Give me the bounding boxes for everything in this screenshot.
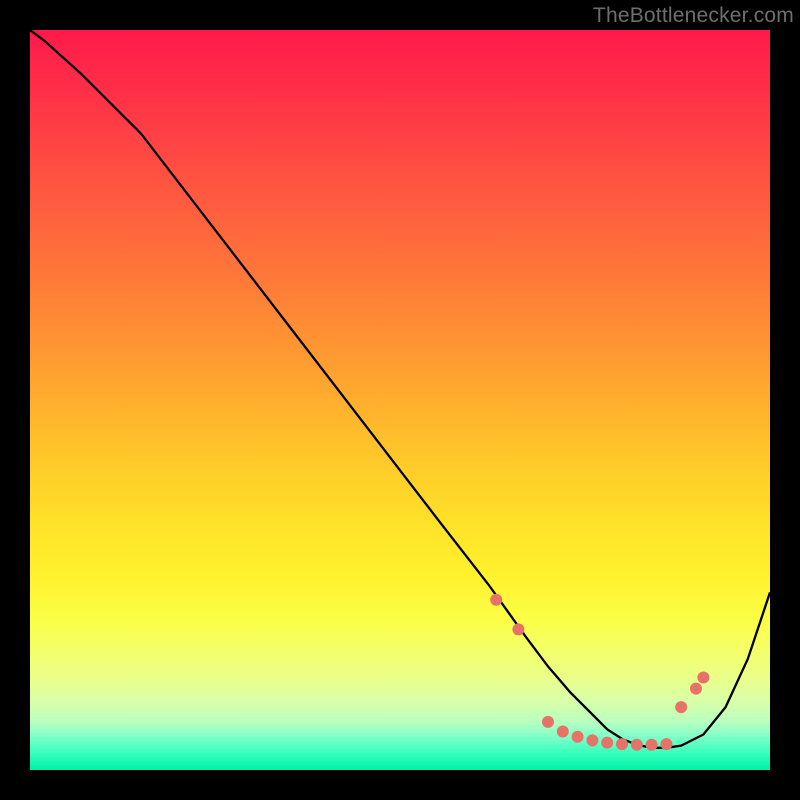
highlight-dot <box>586 734 598 746</box>
highlight-dot <box>690 683 702 695</box>
plot-area <box>30 30 770 770</box>
chart-frame: TheBottlenecker.com <box>0 0 800 800</box>
watermark-wrap: TheBottlenecker.com <box>593 4 794 28</box>
highlight-dot <box>557 726 569 738</box>
curve-layer <box>30 30 770 770</box>
highlight-dots <box>490 594 709 751</box>
highlight-dot <box>490 594 502 606</box>
highlight-dot <box>675 701 687 713</box>
highlight-dot <box>660 738 672 750</box>
highlight-dot <box>616 738 628 750</box>
highlight-dot <box>512 623 524 635</box>
highlight-dot <box>572 731 584 743</box>
highlight-dot <box>542 716 554 728</box>
highlight-dot <box>631 739 643 751</box>
bottleneck-curve <box>30 30 770 748</box>
highlight-dot <box>697 672 709 684</box>
highlight-dot <box>646 739 658 751</box>
highlight-dot <box>601 737 613 749</box>
watermark-text: TheBottlenecker.com <box>593 4 794 27</box>
